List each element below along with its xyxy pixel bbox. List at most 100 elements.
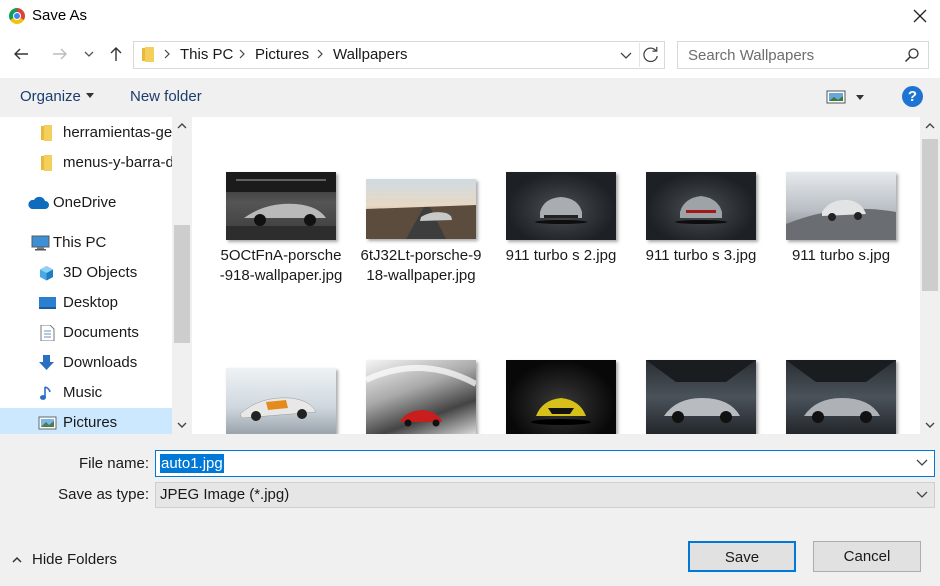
- close-icon[interactable]: [906, 3, 934, 29]
- forward-arrow-icon[interactable]: [49, 43, 71, 65]
- breadcrumb-pictures[interactable]: Pictures: [255, 46, 309, 63]
- save-as-type-label: Save as type:: [58, 486, 149, 503]
- sidebar-item-this-pc[interactable]: This PC: [0, 228, 172, 258]
- file-tile[interactable]: 911 turbo s 2.jpg: [499, 172, 633, 322]
- scroll-up-icon[interactable]: [172, 117, 192, 135]
- search-box[interactable]: [677, 41, 929, 69]
- file-list: 5OCtFnA-porsche-918-wallpaper.jpg 6tJ32L…: [192, 117, 920, 434]
- file-name-field[interactable]: auto1.jpg: [155, 450, 935, 477]
- sidebar-item-label: Desktop: [63, 294, 119, 311]
- chevron-right-icon[interactable]: [315, 47, 325, 61]
- computer-icon: [31, 235, 50, 251]
- folder-icon: [41, 155, 52, 171]
- new-folder-button[interactable]: New folder: [130, 88, 202, 105]
- file-tile[interactable]: 6tJ32Lt-porsche-918-wallpaper.jpg: [359, 172, 493, 322]
- sidebar-item-label: 3D Objects: [63, 264, 138, 281]
- file-tile[interactable]: [499, 360, 633, 434]
- sidebar-item-label: OneDrive: [53, 194, 117, 211]
- scroll-down-icon[interactable]: [920, 416, 940, 434]
- view-options-caret-icon[interactable]: [856, 95, 864, 100]
- cancel-button[interactable]: Cancel: [813, 541, 921, 572]
- scrollbar-thumb[interactable]: [922, 139, 938, 291]
- scrollbar-thumb[interactable]: [174, 225, 190, 343]
- sidebar-item-desktop[interactable]: Desktop: [0, 288, 172, 318]
- scroll-down-icon[interactable]: [172, 416, 192, 434]
- chevron-down-icon[interactable]: [916, 490, 928, 500]
- organize-button[interactable]: Organize: [20, 88, 94, 105]
- document-icon: [40, 325, 55, 341]
- search-icon[interactable]: [904, 47, 920, 63]
- file-list-scrollbar[interactable]: [920, 117, 940, 434]
- chevron-down-icon[interactable]: [619, 48, 633, 62]
- sidebar-item-label: Pictures: [63, 414, 118, 431]
- navigation-scrollbar[interactable]: [172, 117, 192, 434]
- save-as-type-select[interactable]: JPEG Image (*.jpg): [155, 482, 935, 508]
- file-thumbnail: [506, 172, 616, 240]
- chevron-up-icon: [12, 556, 22, 563]
- chevron-right-icon[interactable]: [162, 47, 172, 61]
- refresh-icon[interactable]: [639, 43, 663, 67]
- file-name-label: File name:: [78, 455, 149, 472]
- file-name: 6tJ32Lt-porsche-918-wallpaper.jpg: [360, 247, 482, 284]
- file-thumbnail: [226, 368, 336, 434]
- organize-label: Organize: [20, 88, 81, 105]
- sidebar-item-label: menus-y-barra-d: [63, 154, 174, 171]
- sidebar-item-pictures[interactable]: Pictures: [0, 408, 172, 434]
- chevron-down-icon[interactable]: [916, 458, 928, 468]
- window-title: Save As: [32, 7, 88, 24]
- caret-down-icon: [85, 93, 94, 98]
- sidebar-item-label: herramientas-ge: [63, 124, 173, 141]
- address-row: This PC Pictures Wallpapers: [0, 33, 940, 78]
- file-tile[interactable]: 911 turbo s.jpg: [779, 172, 913, 322]
- sidebar-item-menus[interactable]: menus-y-barra-d: [0, 148, 174, 178]
- sidebar-item-label: Music: [63, 384, 103, 401]
- save-form: File name: auto1.jpg Save as type: JPEG …: [0, 434, 940, 586]
- hide-folders-label: Hide Folders: [32, 551, 118, 568]
- file-thumbnail: [506, 360, 616, 434]
- desktop-icon: [39, 297, 56, 309]
- breadcrumb-wallpapers[interactable]: Wallpapers: [333, 46, 407, 63]
- command-bar: Organize New folder ?: [0, 78, 940, 117]
- breadcrumb-this-pc[interactable]: This PC: [180, 46, 233, 63]
- file-tile[interactable]: 5OCtFnA-porsche-918-wallpaper.jpg: [219, 172, 353, 322]
- sidebar-item-downloads[interactable]: Downloads: [0, 348, 172, 378]
- file-thumbnail: [786, 360, 896, 434]
- address-bar[interactable]: This PC Pictures Wallpapers: [133, 41, 665, 69]
- download-icon: [39, 355, 54, 370]
- scroll-up-icon[interactable]: [920, 117, 940, 135]
- change-view-icon[interactable]: [826, 89, 846, 105]
- file-thumbnail: [786, 172, 896, 240]
- back-arrow-icon[interactable]: [10, 43, 32, 65]
- file-name: 911 turbo s 3.jpg: [645, 247, 757, 264]
- file-tile[interactable]: [639, 360, 773, 434]
- help-icon[interactable]: ?: [902, 86, 923, 107]
- chevron-right-icon[interactable]: [237, 47, 247, 61]
- sidebar-item-label: This PC: [53, 234, 107, 251]
- hide-folders-button[interactable]: Hide Folders: [12, 551, 117, 568]
- sidebar-item-3d-objects[interactable]: 3D Objects: [0, 258, 172, 288]
- file-thumbnail: [226, 172, 336, 240]
- cube-icon: [40, 266, 53, 281]
- file-thumbnail: [646, 360, 756, 434]
- save-as-type-value: JPEG Image (*.jpg): [160, 486, 290, 503]
- recent-locations-chevron-icon[interactable]: [80, 43, 98, 65]
- sidebar-item-herramientas[interactable]: herramientas-ge: [0, 118, 172, 148]
- file-tile[interactable]: [779, 360, 913, 434]
- navigation-pane: herramientas-ge menus-y-barra-d OneDrive…: [0, 117, 192, 434]
- pictures-icon: [38, 416, 57, 430]
- up-arrow-icon[interactable]: [105, 43, 127, 65]
- file-name: 911 turbo s 2.jpg: [505, 247, 617, 264]
- sidebar-item-music[interactable]: Music: [0, 378, 172, 408]
- file-tile[interactable]: [359, 360, 493, 434]
- sidebar-item-documents[interactable]: Documents: [0, 318, 172, 348]
- cloud-icon: [28, 196, 49, 209]
- folder-icon: [142, 47, 154, 62]
- file-tile[interactable]: 911 turbo s 3.jpg: [639, 172, 773, 322]
- save-button[interactable]: Save: [688, 541, 796, 572]
- file-thumbnail: [366, 360, 476, 434]
- sidebar-item-onedrive[interactable]: OneDrive: [0, 188, 172, 218]
- file-tile[interactable]: [219, 360, 353, 434]
- file-name-value[interactable]: auto1.jpg: [160, 454, 224, 473]
- file-thumbnail: [366, 179, 476, 239]
- search-input[interactable]: [686, 45, 896, 65]
